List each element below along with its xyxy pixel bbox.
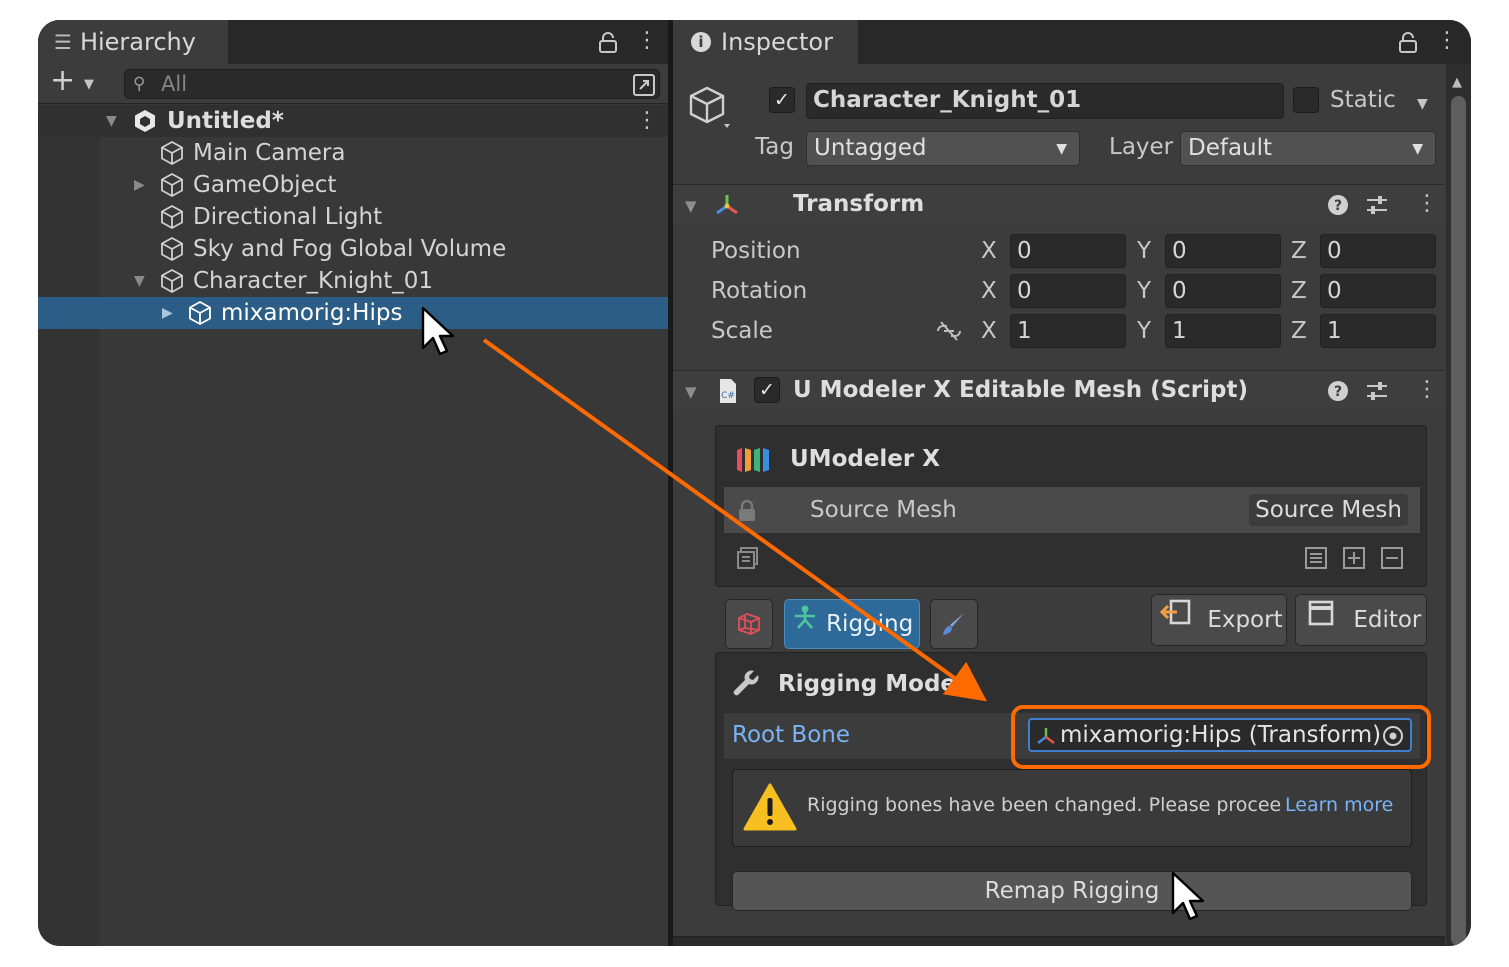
highlight-box <box>1011 705 1431 769</box>
mouse-cursor-icon <box>421 306 455 356</box>
annotation-arrow <box>482 338 987 702</box>
annotation-overlay <box>421 306 1431 921</box>
mouse-cursor-icon <box>1171 871 1205 921</box>
